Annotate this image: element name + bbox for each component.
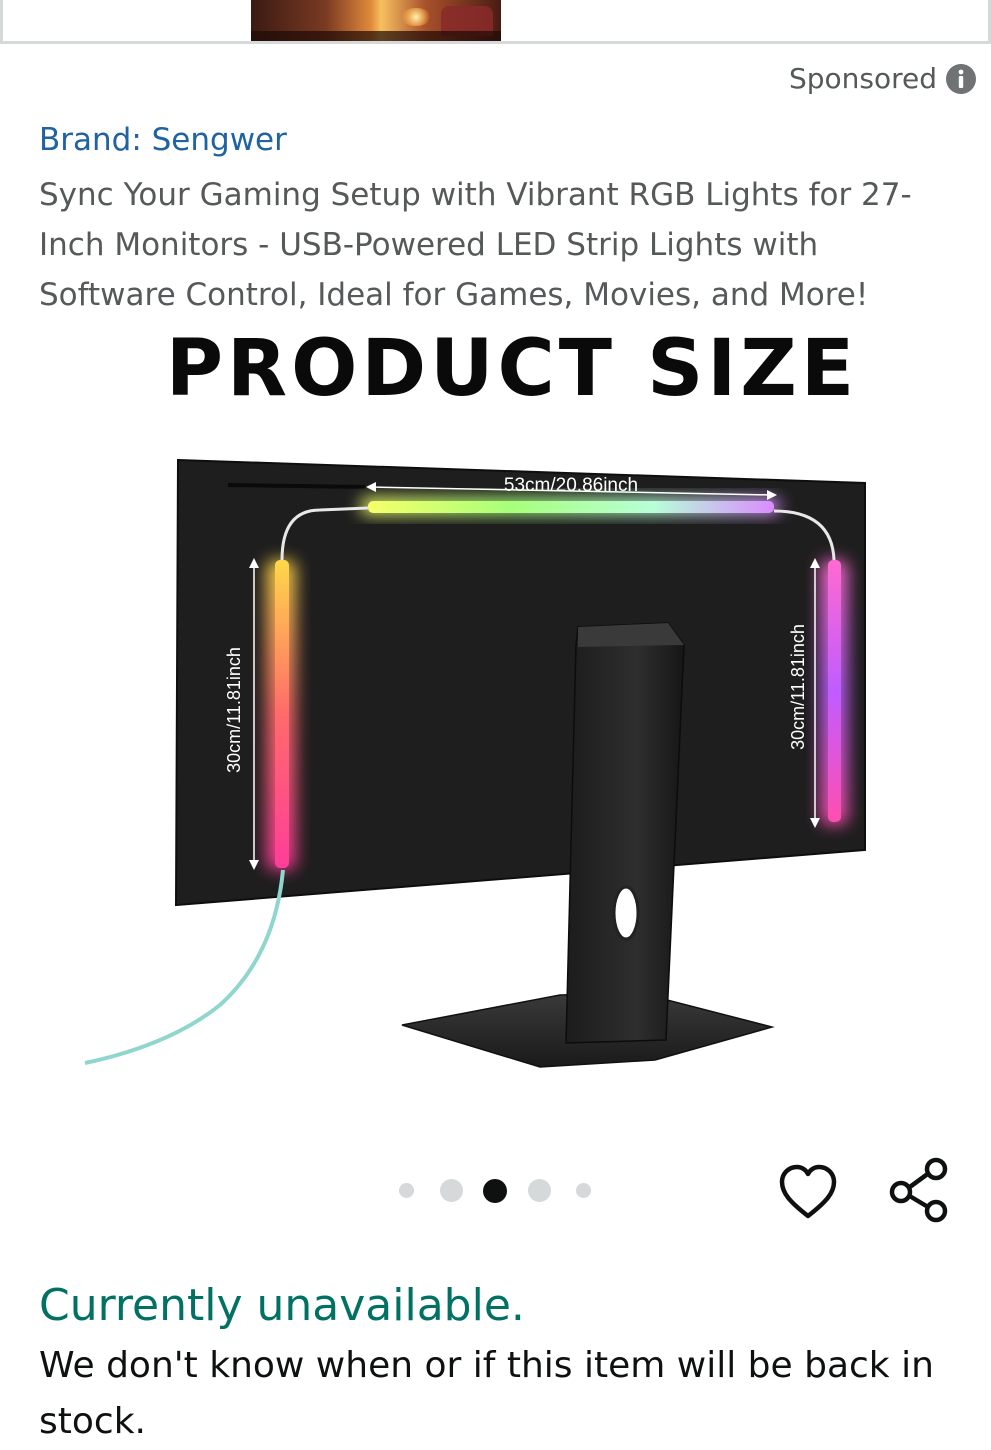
carousel-dot-3-active[interactable] [483,1179,507,1203]
sponsored-label-row[interactable]: Sponsored [789,62,977,95]
right-dimension-label: 30cm/11.81inch [788,624,808,750]
product-size-heading: PRODUCT SIZE [166,324,858,414]
sponsored-label: Sponsored [788,62,937,95]
product-title[interactable]: Sync Your Gaming Setup with Vibrant RGB … [39,170,959,320]
left-dimension-label: 30cm/11.81inch [224,647,244,773]
info-icon[interactable] [945,63,977,95]
share-icon[interactable] [887,1156,951,1224]
availability-status: Currently unavailable. [39,1280,525,1331]
top-led-strip [368,501,774,513]
monitor-stand-column [565,622,685,1044]
image-carousel-indicator[interactable] [0,1170,991,1210]
carousel-dot-4[interactable] [528,1179,551,1202]
carousel-dot-5[interactable] [576,1183,591,1198]
banner-thumbnail-image[interactable] [251,0,501,41]
carousel-dot-1[interactable] [399,1183,414,1198]
top-dimension-label: 53cm/20.86inch [504,475,638,496]
floor-shape [251,31,501,41]
top-ad-banner[interactable] [0,0,991,44]
heart-icon[interactable] [776,1160,840,1224]
availability-message: We don't know when or if this item will … [39,1345,934,1442]
right-led-strip [828,560,841,822]
product-image[interactable]: PRODUCT SIZE 53cm/20.86inch 30cm/11.81in… [0,315,991,1115]
left-led-strip [275,560,289,868]
lamp-glow [401,8,431,26]
brand-link[interactable]: Brand: Sengwer [39,122,287,158]
carousel-dot-2[interactable] [440,1179,463,1202]
